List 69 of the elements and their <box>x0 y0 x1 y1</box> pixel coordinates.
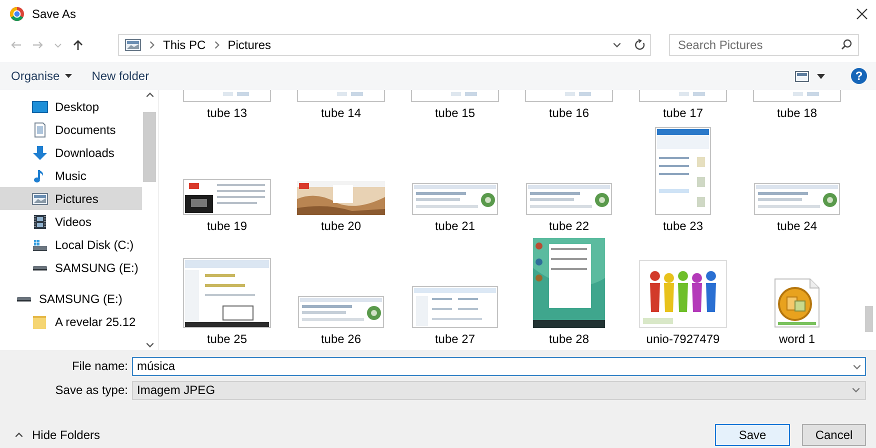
file-name[interactable]: word 1 <box>778 332 816 346</box>
folder-icon <box>32 314 48 330</box>
file-name[interactable]: tube 21 <box>434 219 476 233</box>
close-icon[interactable] <box>856 8 868 20</box>
dropdown-icon <box>851 385 861 395</box>
monitor-icon <box>32 98 48 114</box>
file-name[interactable]: tube 14 <box>320 106 362 120</box>
caret-icon[interactable] <box>817 74 825 78</box>
breadcrumb-item[interactable]: This PC <box>163 38 206 52</box>
sidebar-item[interactable]: SAMSUNG (E:) <box>0 287 142 310</box>
sidebar-item[interactable]: Local Disk (C:) <box>0 233 142 256</box>
scroll-up-icon <box>144 90 154 100</box>
search-field[interactable]: Search Pictures <box>669 34 859 56</box>
breadcrumb-item[interactable]: Pictures <box>228 38 272 52</box>
file-name-field[interactable]: música <box>132 356 866 376</box>
document-icon <box>774 278 820 328</box>
sidebar-item[interactable]: SAMSUNG (E:) <box>0 256 142 279</box>
sidebar-item[interactable]: Desktop <box>0 95 142 118</box>
scrollbar-thumb[interactable] <box>865 306 873 332</box>
pictures-icon <box>32 190 48 206</box>
scroll-down-icon <box>144 340 154 350</box>
field-label: File name: <box>70 359 129 373</box>
file-name[interactable]: tube 18 <box>776 106 818 120</box>
pictures-icon <box>125 39 141 51</box>
file-name[interactable]: tube 27 <box>434 332 476 346</box>
help-button[interactable]: ? <box>851 68 867 84</box>
caret-icon <box>64 74 72 78</box>
file-name[interactable]: tube 13 <box>206 106 248 120</box>
dialog-button[interactable]: Save <box>715 424 790 446</box>
view-icon[interactable] <box>795 70 809 82</box>
document-icon <box>32 122 48 138</box>
dropdown-icon <box>612 40 622 50</box>
file-name[interactable]: tube 25 <box>206 332 248 346</box>
file-name[interactable]: tube 24 <box>776 219 818 233</box>
file-name[interactable]: tube 23 <box>662 219 704 233</box>
file-name[interactable]: tube 16 <box>548 106 590 120</box>
chevron-icon <box>147 40 157 50</box>
sidebar-item[interactable]: A revelar 25.12 <box>0 310 142 333</box>
field-label: Save as type: <box>54 383 129 397</box>
toolbar-button[interactable]: Organise <box>11 69 72 83</box>
file-name[interactable]: unio-7927479 <box>646 332 720 346</box>
chevron-up-icon <box>14 430 24 440</box>
drive-icon <box>16 296 32 302</box>
search-icon <box>841 39 852 50</box>
file-name[interactable]: tube 22 <box>548 219 590 233</box>
sidebar-item[interactable]: Videos <box>0 210 142 233</box>
file-name[interactable]: tube 17 <box>662 106 704 120</box>
up-arrow-icon[interactable] <box>72 39 84 51</box>
window-title: Save As <box>32 7 78 21</box>
sidebar-item[interactable]: Pictures <box>0 187 142 210</box>
sidebar-item[interactable]: Music <box>0 164 142 187</box>
dialog-button[interactable]: Cancel <box>802 424 866 446</box>
file-name[interactable]: tube 19 <box>206 219 248 233</box>
file-type-dropdown[interactable]: Imagem JPEG <box>132 380 866 400</box>
refresh-icon[interactable] <box>634 39 646 51</box>
drive-icon <box>32 264 48 270</box>
film-icon <box>32 214 48 230</box>
address-bar[interactable]: This PC Pictures <box>118 34 651 56</box>
file-name[interactable]: tube 20 <box>320 219 362 233</box>
download-arrow-icon <box>32 144 48 160</box>
file-name[interactable]: tube 15 <box>434 106 476 120</box>
scrollbar-thumb[interactable] <box>143 112 156 182</box>
file-name[interactable]: tube 26 <box>320 332 362 346</box>
sidebar-item[interactable]: Downloads <box>0 141 142 164</box>
sidebar-item[interactable]: Documents <box>0 118 142 141</box>
file-name[interactable]: tube 28 <box>548 332 590 346</box>
hide-folders-button[interactable]: Hide Folders <box>10 428 100 442</box>
toolbar-button[interactable]: New folder <box>92 69 150 83</box>
browser-icon <box>10 7 24 21</box>
